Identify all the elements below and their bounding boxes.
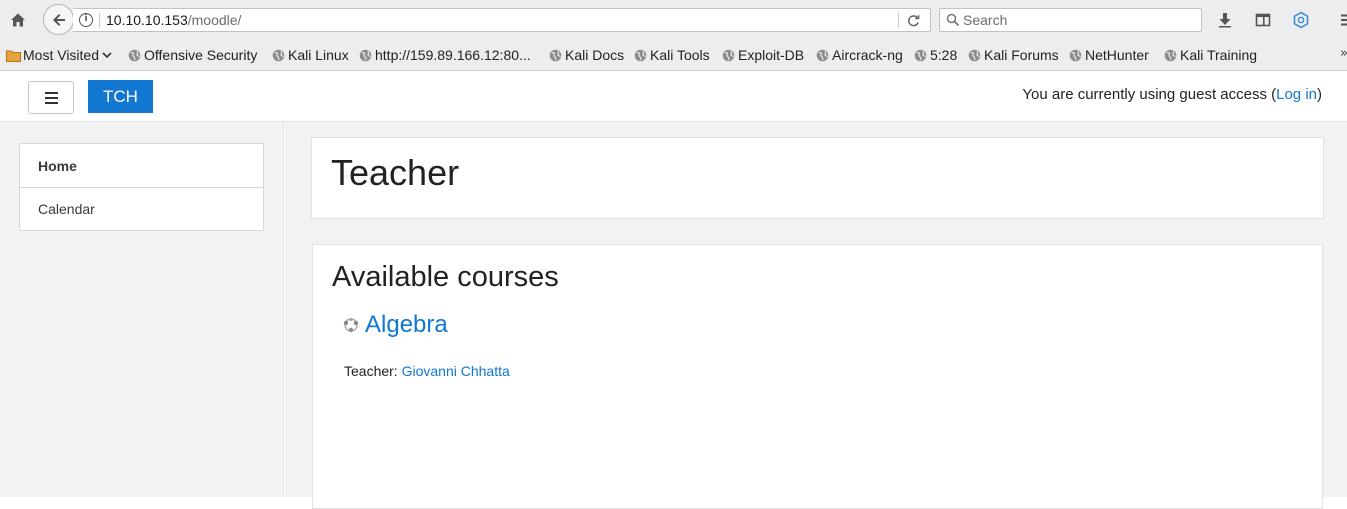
reload-divider	[898, 13, 899, 28]
bookmark-offensive-security[interactable]: Offensive Security	[128, 46, 257, 64]
page-header-card: Teacher	[311, 137, 1324, 219]
bookmark-aircrack-ng[interactable]: Aircrack-ng	[816, 46, 903, 64]
drawer-item-home[interactable]: Home	[20, 144, 263, 187]
hamburger-bar	[44, 96, 58, 99]
hamburger-menu-icon[interactable]	[1333, 9, 1347, 31]
globe-icon	[549, 49, 562, 61]
login-info: You are currently using guest access (Lo…	[1022, 86, 1322, 103]
info-icon[interactable]: i	[79, 13, 93, 27]
bookmark-5-28[interactable]: 5:28	[914, 46, 957, 64]
bookmark-kali-training[interactable]: Kali Training	[1164, 46, 1257, 64]
back-button[interactable]	[43, 4, 74, 35]
globe-icon	[968, 49, 981, 61]
bookmark-label: http://159.89.166.12:80...	[375, 47, 531, 63]
bookmark-label: 5:28	[930, 47, 958, 63]
globe-icon	[128, 49, 141, 61]
url-path: /moodle/	[187, 12, 242, 28]
bookmark-label: Aircrack-ng	[832, 47, 903, 63]
course-entry: Algebra	[343, 311, 448, 339]
sync-icon[interactable]	[1290, 9, 1312, 31]
url-divider	[99, 13, 100, 28]
globe-icon	[634, 49, 647, 61]
url-bar[interactable]: i 10.10.10.153/moodle/	[73, 8, 931, 32]
url-host: 10.10.10.153	[106, 12, 188, 28]
bookmark-label: Kali Training	[1180, 47, 1258, 63]
bookmark-label: Kali Tools	[650, 47, 710, 63]
globe-icon	[1069, 49, 1082, 61]
chevron-down-icon	[102, 52, 112, 59]
search-icon	[946, 13, 960, 27]
search-input[interactable]	[963, 10, 1195, 30]
bookmark-kali-tools[interactable]: Kali Tools	[634, 46, 710, 64]
drawer-item-calendar[interactable]: Calendar	[20, 187, 263, 230]
reload-icon[interactable]	[904, 12, 922, 30]
bookmarks-toolbar: Most Visited Offensive Security Kali Lin…	[0, 40, 1347, 71]
login-info-suffix: )	[1317, 86, 1322, 103]
globe-icon	[722, 49, 735, 61]
teacher-name-link[interactable]: Giovanni Chhatta	[402, 363, 510, 379]
bookmark-label: Most Visited	[23, 47, 99, 63]
login-info-prefix: You are currently using guest access (	[1022, 86, 1277, 103]
hamburger-bar	[44, 101, 58, 104]
course-icon	[343, 317, 359, 333]
download-icon[interactable]	[1214, 9, 1236, 31]
library-icon[interactable]	[1252, 9, 1274, 31]
bookmark-label: Exploit-DB	[738, 47, 805, 63]
page-title: Teacher	[331, 152, 460, 193]
site-name-button[interactable]: TCH	[88, 80, 153, 113]
bookmarks-overflow-button[interactable]: »	[1340, 46, 1347, 61]
drawer-toggle-button[interactable]	[28, 81, 74, 114]
bookmark-label: Offensive Security	[144, 47, 258, 63]
browser-toolbar: i 10.10.10.153/moodle/	[0, 0, 1347, 40]
bookmark-exploit-db[interactable]: Exploit-DB	[722, 46, 804, 64]
bookmark-nethunter[interactable]: NetHunter	[1069, 46, 1149, 64]
courses-heading: Available courses	[332, 261, 559, 293]
main-content: Teacher Available courses Algebra Teache…	[285, 122, 1347, 509]
folder-icon	[6, 50, 21, 62]
site-navbar: TCH You are currently using guest access…	[0, 71, 1347, 122]
bookmark-label: Kali Linux	[288, 47, 349, 63]
search-bar[interactable]	[939, 8, 1202, 32]
globe-icon	[359, 49, 372, 61]
teacher-label: Teacher:	[344, 363, 402, 379]
bookmark-most-visited[interactable]: Most Visited	[6, 46, 112, 64]
url-text[interactable]: 10.10.10.153/moodle/	[106, 12, 241, 28]
bookmark-label: Kali Forums	[984, 47, 1059, 63]
nav-drawer: Home Calendar	[0, 122, 284, 497]
globe-icon	[1164, 49, 1177, 61]
drawer-nav-list: Home Calendar	[19, 143, 264, 231]
globe-icon	[914, 49, 927, 61]
globe-icon	[272, 49, 285, 61]
bookmark-kali-linux[interactable]: Kali Linux	[272, 46, 349, 64]
hamburger-bar	[44, 91, 58, 94]
login-link[interactable]: Log in	[1276, 86, 1317, 103]
globe-icon	[816, 49, 829, 61]
course-name-link[interactable]: Algebra	[365, 311, 448, 339]
home-icon[interactable]	[6, 9, 30, 31]
bookmark-kali-docs[interactable]: Kali Docs	[549, 46, 624, 64]
bookmark-ip-link[interactable]: http://159.89.166.12:80...	[359, 46, 531, 64]
course-teacher: Teacher: Giovanni Chhatta	[344, 363, 510, 379]
bookmark-label: Kali Docs	[565, 47, 625, 63]
courses-card: Available courses Algebra Teacher: Giova…	[312, 244, 1323, 509]
bookmark-kali-forums[interactable]: Kali Forums	[968, 46, 1059, 64]
arrow-left-icon	[52, 13, 65, 26]
bookmark-label: NetHunter	[1085, 47, 1149, 63]
